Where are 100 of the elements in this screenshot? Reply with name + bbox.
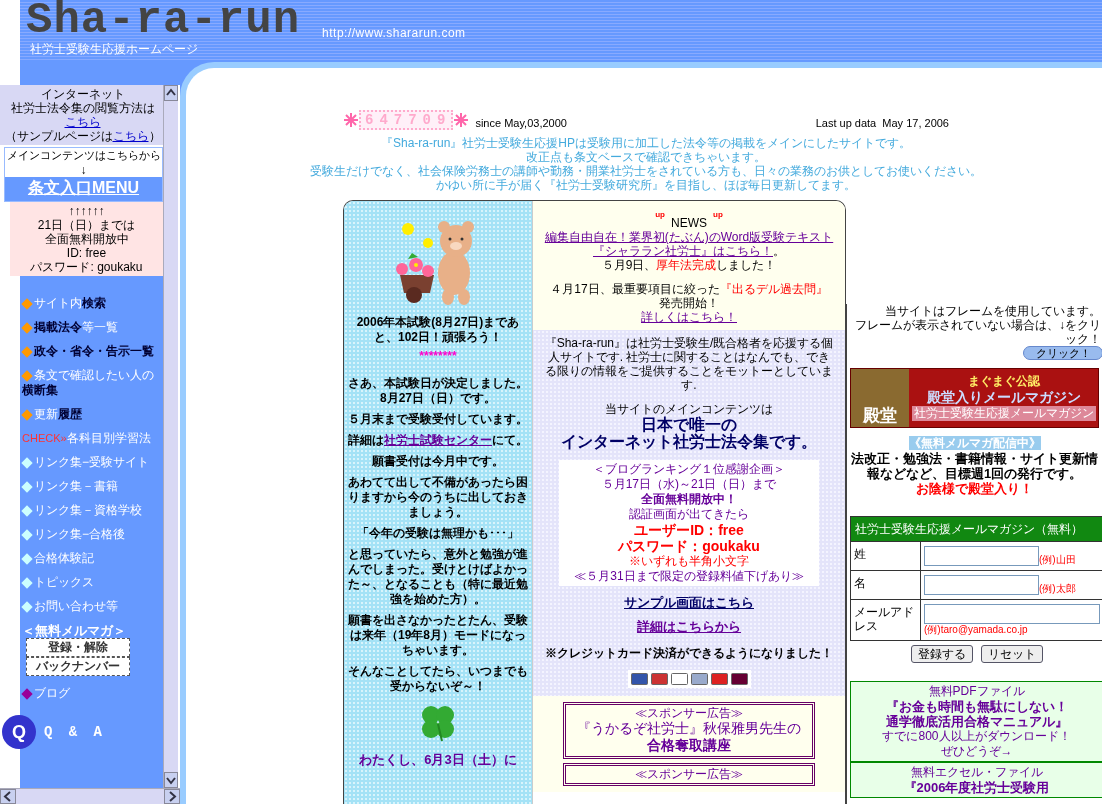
- vertical-scrollbar[interactable]: [163, 85, 178, 788]
- notice-text: あわてて出して不備があったら困りますから今のうちに出しておきましょう。: [348, 475, 528, 520]
- notice-text: 詳細は社労士試験センターにて。: [348, 433, 528, 448]
- field-example: (例)山田: [1039, 554, 1076, 566]
- text-input[interactable]: [924, 604, 1100, 624]
- field-label: 名: [851, 571, 921, 599]
- text-link[interactable]: 『シャララン社労士』はこちら！: [593, 244, 773, 258]
- free-access-text: ID: free: [65, 246, 108, 260]
- notice-text: わたくし、6月3日（土）に: [358, 752, 518, 767]
- free-access-text: 21日（日）までは: [36, 218, 137, 232]
- card-logo-icon: [630, 673, 648, 685]
- qa-badge: Q: [2, 715, 36, 749]
- sidebar-link[interactable]: サイト内検索: [22, 296, 161, 311]
- form-button[interactable]: 登録する: [910, 645, 973, 663]
- text-link[interactable]: こちら: [64, 115, 101, 129]
- banner-badge: 殿堂: [851, 369, 909, 427]
- free-access-text: 全面無料開放中: [43, 232, 130, 246]
- sponsor-label: ≪スポンサー広告≫: [634, 707, 744, 720]
- card-logo-icon: [650, 673, 668, 685]
- campaign-text: ※いずれも半角小文字: [628, 554, 750, 569]
- field-label: メールアドレス: [851, 600, 921, 640]
- download-text: 『お金も時間も無駄にしない！: [884, 699, 1069, 714]
- notice-text: 「今年の受験は無理かも･･･」: [356, 526, 520, 541]
- banner-tag: まぐまぐ公認: [967, 375, 1040, 388]
- campaign-text: ≪５月31日まで限定の登録料値下げあり≫: [573, 569, 805, 584]
- scroll-left-icon: [0, 789, 16, 804]
- asterisk-flower-icon: [453, 112, 470, 128]
- intro-text: かゆい所に手が届く『社労士受験研究所』を目指し、ほぼ毎日更新してます。: [435, 178, 857, 192]
- scroll-up-icon: [164, 85, 178, 101]
- text-link[interactable]: サンプル画面はこちら: [624, 595, 754, 610]
- card-logo-icon: [710, 673, 728, 685]
- campaign-text: ５月17日（水)～21日（日）まで: [600, 477, 778, 492]
- download-text: 『2006年度社労士受験用: [902, 780, 1051, 795]
- download-text: 通学徹底活用合格マニュアル』: [884, 714, 1069, 729]
- notice-text: 願書受付は今月中です。: [371, 454, 505, 469]
- news-text: ４月17日、最重要項目に絞った『出るデル過去問』: [549, 282, 829, 296]
- sidebar-link[interactable]: 政令・省令・告示一覧: [22, 344, 161, 359]
- text-input[interactable]: [924, 575, 1039, 595]
- about-text: ※クレジットカード決済ができるようになりました！: [544, 646, 834, 660]
- click-button[interactable]: クリック！: [1023, 346, 1102, 360]
- sidebar-link[interactable]: 更新履歴: [22, 407, 161, 422]
- campaign-text: 全面無料開放中！: [640, 492, 738, 507]
- about-text: 『Sha-ra-run』は社労士受験生/既合格者を応援する個人サイトです. 社労士に関することはなんでも、できる限りの情報をご提供することをモットーとしています.: [543, 336, 835, 392]
- main-contents-label: メインコンテンツはこちらから: [5, 148, 162, 163]
- field-example: (例)太郎: [1039, 583, 1076, 595]
- news-text: 発売開始！: [658, 296, 720, 310]
- arrow-text: ↓: [5, 163, 162, 177]
- browse-note-text: インターネット: [39, 87, 126, 101]
- mailmag-description: 法改正・勉強法・書籍情報・サイト更新情報などなど、目標週1回の発行です。: [850, 451, 1099, 481]
- news-title: NEWS: [671, 216, 707, 230]
- sponsor-text: 『うかるぞ社労士』秋保雅男先生の: [576, 720, 802, 737]
- banner-title: 殿堂入りメールマガジン: [926, 388, 1081, 406]
- horizontal-scrollbar[interactable]: [0, 788, 180, 804]
- last-update-date: Last up data May 17, 2006: [815, 116, 949, 130]
- site-url: http://www.shararun.com: [322, 26, 466, 40]
- text-link[interactable]: こちら: [112, 129, 149, 143]
- sponsor-label: ≪スポンサー広告≫: [634, 768, 744, 781]
- notice-text: 願書を出さなかったとたん、受験は来年（19年8月）モードになっちゃいます。: [348, 613, 528, 658]
- intro-text: 受験生だけでなく、社会保険労務士の講師や勤務・開業社労士をされている方も、日々の業務のお供としてお使いください。: [309, 164, 983, 178]
- form-button[interactable]: リセット: [980, 645, 1043, 663]
- mailmag-heading: ＜無料メルマガ＞: [22, 623, 127, 638]
- text-link[interactable]: 編集自由自在！業界初(たぶん)のWord版受験テキスト: [544, 230, 834, 244]
- card-logo-icon: [670, 673, 688, 685]
- site-logo: Sha-ra-run: [26, 0, 301, 40]
- news-text: 『シャララン社労士』はこちら！。: [592, 244, 786, 258]
- site-subtitle: 社労士受験生応援ホームページ: [29, 42, 199, 56]
- visit-counter: 647709: [359, 110, 454, 130]
- notice-text: そんなことしてたら、いつまでも受からないぞ～！: [348, 664, 528, 694]
- card-logo-icon: [690, 673, 708, 685]
- about-text: インターネット社労士法令集です。: [560, 433, 818, 450]
- free-access-text: ↑↑↑↑↑↑: [67, 204, 106, 218]
- text-input[interactable]: [924, 546, 1039, 566]
- campaign-text: パスワード：goukaku: [616, 538, 761, 554]
- notice-text: 2006年本試験(8月27日)まであと、102日！頑張ろう！: [355, 315, 521, 345]
- sidebar-link[interactable]: 掲載法令等一覧: [22, 320, 161, 335]
- download-text: ぜひどうぞ→: [939, 744, 1014, 759]
- field-label: 姓: [851, 542, 921, 570]
- mailmag-button[interactable]: バックナンバー: [26, 657, 130, 676]
- download-text: 無料エクセル・ファイル: [909, 765, 1044, 780]
- mailmag-button[interactable]: 登録・解除: [26, 638, 130, 657]
- banner-subtitle: 社労士受験生応援メールマガジン: [911, 406, 1096, 421]
- notice-text: ********: [418, 349, 458, 364]
- asterisk-flower-icon: [343, 112, 359, 128]
- scroll-right-icon: [164, 789, 180, 804]
- download-text: すでに800人以上がダウンロード！: [881, 729, 1072, 744]
- text-link[interactable]: 社労士試験センター: [384, 433, 492, 447]
- sidebar-link[interactable]: 条文で確認したい人の横断集: [22, 368, 161, 398]
- intro-text: 改正点も条文ベースで確認できちゃいます。: [525, 150, 767, 164]
- mailmag-award: お陰様で殿堂入り！: [915, 481, 1034, 496]
- text-link[interactable]: 詳細はこちらから: [637, 619, 741, 634]
- field-example: (例)taro@yamada.co.jp: [924, 624, 1029, 636]
- text-link[interactable]: 詳しくはこちら！: [641, 310, 737, 324]
- up-mark: up: [713, 211, 723, 219]
- free-access-text: パスワード: goukaku: [29, 260, 144, 274]
- browse-note-text: 社労士法令集の閲覧方法は: [9, 101, 156, 115]
- about-text: 日本で唯一の: [640, 416, 737, 433]
- card-logo-icon: [730, 673, 748, 685]
- campaign-text: ユーザーID：free: [633, 522, 745, 538]
- form-title: 社労士受験生応援メールマガジン（無料）: [851, 517, 1102, 541]
- scroll-down-icon: [164, 772, 178, 788]
